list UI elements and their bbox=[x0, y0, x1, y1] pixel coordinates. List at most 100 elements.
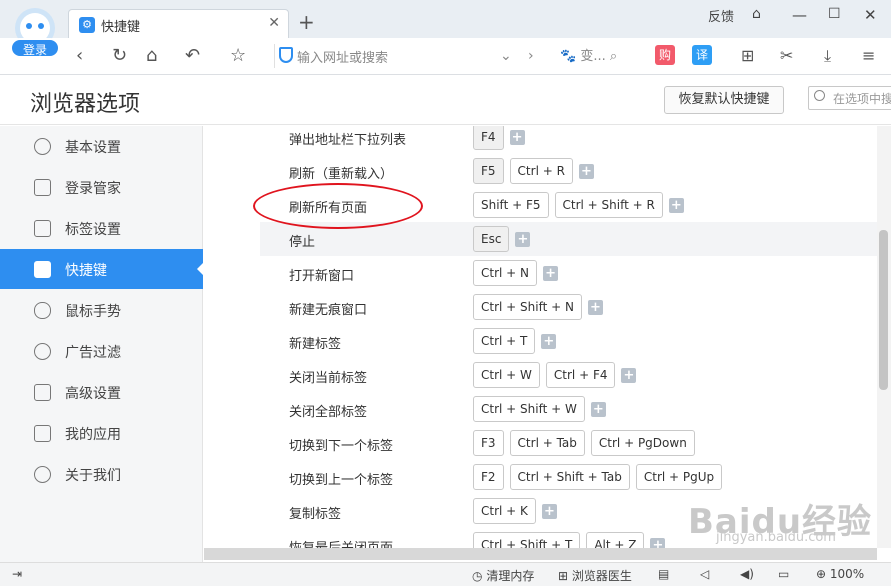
speaker-icon[interactable]: ◁ bbox=[700, 567, 709, 581]
block-icon bbox=[34, 343, 51, 360]
shortcut-name: 关闭全部标签 bbox=[289, 405, 368, 420]
shop-button[interactable]: 购 bbox=[655, 45, 675, 65]
shortcut-name: 切换到下一个标签 bbox=[289, 439, 394, 454]
undo-icon[interactable]: ↶ bbox=[185, 45, 200, 67]
sidebar-item-tabs[interactable]: 标签设置 bbox=[0, 208, 203, 248]
search-engine-box[interactable]: 🐾 变... ⌕ bbox=[560, 45, 617, 64]
forward-chevron-icon[interactable]: › bbox=[528, 45, 534, 67]
shortcut-name: 复制标签 bbox=[289, 507, 342, 522]
add-shortcut-button[interactable]: + bbox=[668, 197, 684, 213]
sidebar-item-login[interactable]: 登录管家 bbox=[0, 167, 203, 207]
add-shortcut-button[interactable]: + bbox=[587, 299, 603, 315]
shortcut-row: 关闭当前标签 Ctrl + W Ctrl + F4 + bbox=[260, 358, 877, 392]
minimize-button[interactable]: — bbox=[792, 6, 807, 24]
key-chip[interactable]: Alt + Z bbox=[586, 532, 645, 548]
add-shortcut-button[interactable]: + bbox=[541, 503, 557, 519]
sidebar-item-apps[interactable]: 我的应用 bbox=[0, 413, 203, 453]
key-chip[interactable]: Ctrl + Shift + Tab bbox=[509, 464, 630, 490]
close-window-button[interactable]: ✕ bbox=[864, 6, 877, 24]
key-chip[interactable]: F3 bbox=[473, 430, 504, 456]
key-chip[interactable]: Shift + F5 bbox=[473, 192, 549, 218]
key-chip[interactable]: Ctrl + Tab bbox=[509, 430, 585, 456]
add-shortcut-button[interactable]: + bbox=[590, 401, 606, 417]
key-chip[interactable]: Ctrl + PgDown bbox=[590, 430, 695, 456]
mouse-icon bbox=[34, 302, 51, 319]
zoom-level: 100% bbox=[829, 567, 865, 581]
add-shortcut-button[interactable]: + bbox=[515, 231, 531, 247]
shortcut-name: 打开新窗口 bbox=[289, 269, 355, 284]
key-chip[interactable]: F2 bbox=[473, 464, 504, 490]
shortcut-name: 刷新（重新载入） bbox=[289, 167, 394, 182]
key-chip[interactable]: Ctrl + Shift + N bbox=[473, 294, 582, 320]
key-chip[interactable]: Ctrl + T bbox=[473, 328, 536, 354]
back-icon[interactable]: ‹ bbox=[76, 45, 83, 67]
add-shortcut-button[interactable]: + bbox=[509, 129, 525, 145]
sidebar-toggle-icon[interactable]: ⇥ bbox=[12, 567, 22, 581]
shortcut-name: 恢复最后关闭页面 bbox=[289, 537, 393, 548]
sidebar-item-adblock[interactable]: 广告过滤 bbox=[0, 331, 203, 371]
key-chip[interactable]: Ctrl + Shift + T bbox=[473, 532, 581, 548]
maximize-button[interactable]: ☐ bbox=[828, 6, 841, 22]
add-shortcut-button[interactable]: + bbox=[650, 537, 666, 548]
menu-icon[interactable]: ≡ bbox=[862, 45, 875, 67]
home-icon[interactable]: ⌂ bbox=[146, 45, 157, 67]
paw-icon: 🐾 bbox=[560, 49, 577, 64]
login-button[interactable]: 登录 bbox=[10, 38, 60, 58]
info-icon bbox=[34, 466, 51, 483]
shortcut-name: 新建无痕窗口 bbox=[289, 303, 368, 318]
window-icon[interactable]: ▭ bbox=[778, 567, 789, 581]
favorite-star-icon[interactable]: ☆ bbox=[230, 45, 246, 67]
scissors-icon[interactable]: ✂ bbox=[780, 45, 793, 67]
shortcut-name: 弹出地址栏下拉列表 bbox=[289, 133, 407, 148]
add-shortcut-button[interactable]: + bbox=[578, 163, 594, 179]
key-chip[interactable]: Esc bbox=[473, 226, 510, 252]
translate-button[interactable]: 译 bbox=[692, 45, 712, 65]
wrench-icon bbox=[34, 384, 51, 401]
key-chip[interactable]: Ctrl + PgUp bbox=[635, 464, 723, 490]
sidebar-item-advanced[interactable]: 高级设置 bbox=[0, 372, 203, 412]
skin-icon[interactable]: ⌂ bbox=[752, 6, 761, 22]
add-shortcut-button[interactable]: + bbox=[543, 265, 559, 281]
scrollbar-thumb[interactable] bbox=[879, 230, 888, 390]
sidebar: 基本设置 登录管家 标签设置 快捷键 鼠标手势 广告过滤 高级设置 我的应用 关… bbox=[0, 126, 204, 562]
sidebar-item-basic[interactable]: 基本设置 bbox=[0, 126, 203, 166]
key-chip[interactable]: Ctrl + K bbox=[473, 498, 536, 524]
key-chip[interactable]: Ctrl + F4 bbox=[545, 362, 616, 388]
key-chip[interactable]: Ctrl + Shift + R bbox=[554, 192, 663, 218]
sidebar-item-shortcuts[interactable]: 快捷键 bbox=[0, 249, 204, 289]
key-chip[interactable]: Ctrl + R bbox=[509, 158, 573, 184]
horizontal-scrollbar[interactable] bbox=[204, 548, 877, 560]
tab-shortcuts[interactable]: ⚙ 快捷键 ✕ bbox=[68, 9, 289, 39]
shortcut-name: 新建标签 bbox=[289, 337, 342, 352]
key-chip[interactable]: Ctrl + W bbox=[473, 362, 540, 388]
refresh-icon[interactable]: ↻ bbox=[112, 45, 127, 67]
sidebar-item-mouse[interactable]: 鼠标手势 bbox=[0, 290, 203, 330]
sidebar-item-about[interactable]: 关于我们 bbox=[0, 454, 203, 494]
options-search-input[interactable]: 在选项中搜 bbox=[808, 86, 891, 110]
zoom-control[interactable]: ⊕ 100% bbox=[816, 567, 864, 581]
add-shortcut-button[interactable]: + bbox=[541, 333, 557, 349]
apps-grid-icon[interactable]: ⊞ bbox=[741, 45, 754, 67]
download-icon[interactable]: ⤓ bbox=[824, 45, 831, 67]
address-input[interactable]: 输入网址或搜索 bbox=[297, 47, 388, 66]
close-tab-icon[interactable]: ✕ bbox=[268, 15, 280, 31]
new-tab-button[interactable]: + bbox=[298, 10, 315, 34]
key-chip[interactable]: Ctrl + N bbox=[473, 260, 538, 286]
shortcut-icon bbox=[34, 261, 51, 278]
search-icon: ⌕ bbox=[609, 49, 618, 64]
key-chip[interactable]: F5 bbox=[473, 158, 504, 184]
clean-memory-button[interactable]: ◷ 清理内存 bbox=[472, 567, 534, 584]
browser-doctor-button[interactable]: ⊞ 浏览器医生 bbox=[558, 567, 632, 584]
vertical-scrollbar[interactable] bbox=[877, 126, 891, 548]
key-chip[interactable]: F4 bbox=[473, 126, 504, 150]
sound-icon[interactable]: ◀) bbox=[740, 567, 754, 581]
feedback-link[interactable]: 反馈 bbox=[708, 6, 734, 25]
add-shortcut-button[interactable]: + bbox=[621, 367, 637, 383]
key-chip[interactable]: Ctrl + Shift + W bbox=[473, 396, 585, 422]
shortcut-row: 新建无痕窗口 Ctrl + Shift + N + bbox=[260, 290, 877, 324]
dropdown-chevron-icon[interactable]: ⌄ bbox=[500, 45, 512, 67]
doctor-icon: ⊞ bbox=[558, 569, 569, 583]
apps-icon bbox=[34, 425, 51, 442]
restore-defaults-button[interactable]: 恢复默认快捷键 bbox=[664, 86, 784, 114]
downloads-status-icon[interactable]: ▤ bbox=[658, 567, 669, 581]
